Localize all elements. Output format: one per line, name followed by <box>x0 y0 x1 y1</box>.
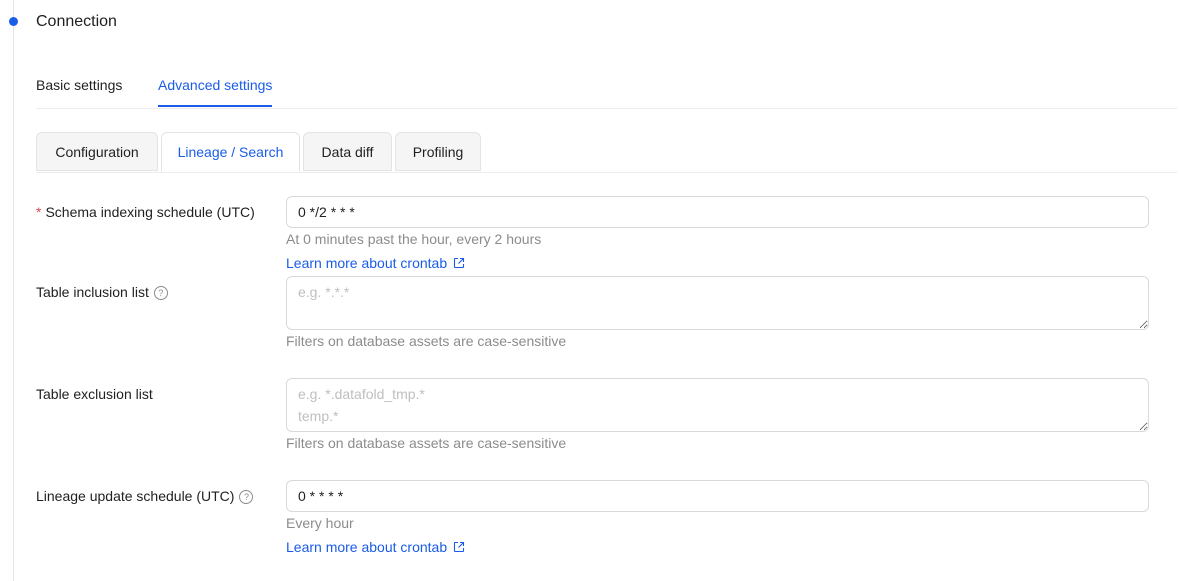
exclusion-list-hint: Filters on database assets are case-sens… <box>286 435 567 451</box>
exclusion-list-label: Table exclusion list <box>36 386 153 402</box>
connection-settings-page: Connection Basic settings Advanced setti… <box>0 0 1180 581</box>
external-link-icon <box>454 541 465 553</box>
tab-data-diff[interactable]: Data diff <box>303 132 392 171</box>
tab-basic-settings[interactable]: Basic settings <box>36 74 122 106</box>
sub-tabs: Configuration Lineage / Search Data diff… <box>36 132 1177 173</box>
section-title: Connection <box>36 13 117 30</box>
exclusion-list-textarea[interactable] <box>286 378 1149 432</box>
lineage-schedule-input[interactable] <box>286 480 1149 512</box>
schema-schedule-description: At 0 minutes past the hour, every 2 hour… <box>286 231 542 247</box>
tab-lineage-search[interactable]: Lineage / Search <box>161 132 300 172</box>
schema-schedule-input[interactable] <box>286 196 1149 228</box>
main-tabs: Basic settings Advanced settings <box>36 74 1177 109</box>
crontab-help-link[interactable]: Learn more about crontab <box>286 537 465 557</box>
crontab-help-link-text: Learn more about crontab <box>286 255 448 271</box>
tab-advanced-settings[interactable]: Advanced settings <box>158 74 273 107</box>
inclusion-list-textarea[interactable] <box>286 276 1149 330</box>
required-mark: * <box>36 204 42 220</box>
lineage-schedule-description: Every hour <box>286 515 354 531</box>
tab-configuration[interactable]: Configuration <box>36 132 158 171</box>
schema-schedule-label: * Schema indexing schedule (UTC) <box>36 202 255 222</box>
external-link-icon <box>454 257 465 269</box>
schema-schedule-label-text: Schema indexing schedule (UTC) <box>45 204 255 220</box>
question-circle-icon[interactable]: ? <box>239 490 254 504</box>
timeline-step-dot <box>9 17 18 26</box>
question-circle-icon[interactable]: ? <box>153 286 168 300</box>
lineage-schedule-label: Lineage update schedule (UTC)? <box>36 486 254 506</box>
tab-profiling[interactable]: Profiling <box>395 132 481 171</box>
crontab-help-link-text: Learn more about crontab <box>286 539 448 555</box>
crontab-help-link[interactable]: Learn more about crontab <box>286 253 465 273</box>
inclusion-list-label-text: Table inclusion list <box>36 284 149 300</box>
inclusion-list-hint: Filters on database assets are case-sens… <box>286 333 567 349</box>
lineage-schedule-label-text: Lineage update schedule (UTC) <box>36 488 235 504</box>
timeline-line <box>13 0 14 581</box>
inclusion-list-label: Table inclusion list? <box>36 282 168 302</box>
